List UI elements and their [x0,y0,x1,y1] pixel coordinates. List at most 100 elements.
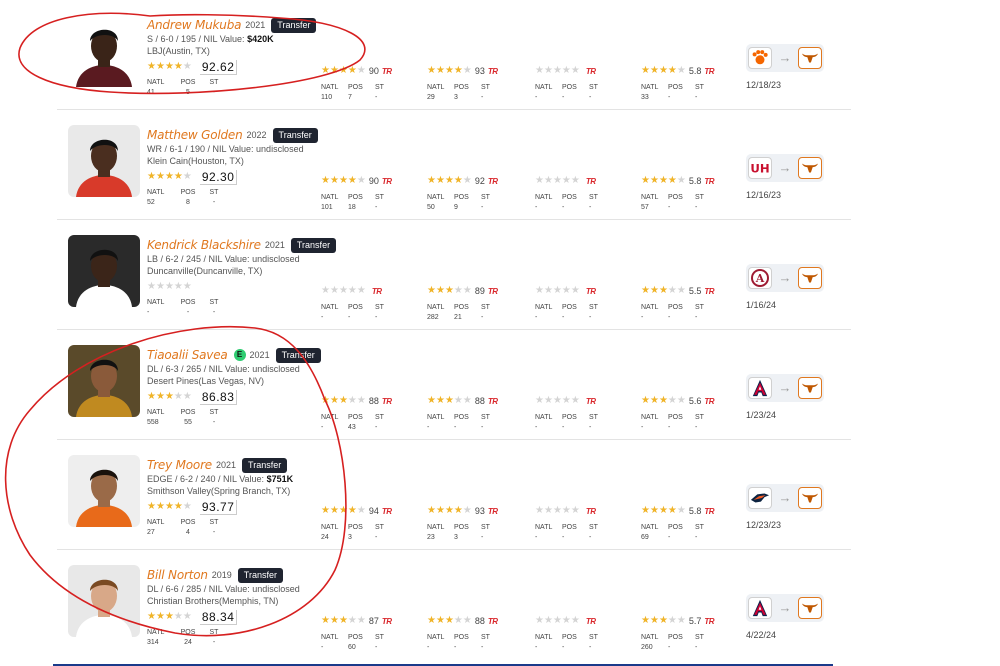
texas-longhorn-logo[interactable] [798,487,822,509]
transfer-badge: Transfer [242,457,288,473]
star-icon: ★ [435,615,445,626]
rank-pos-label: POS [454,524,469,531]
player-info: Andrew Mukuba 2021 Transfer S / 6-0 / 195 /… [147,17,327,98]
tr-logo-icon: TR [585,506,596,516]
rank-pos-label: POS [454,414,469,421]
star-icon: ★ [444,285,454,296]
star-rating: ★★★★★ [321,615,366,627]
rank-pos-value: 9 [454,204,458,211]
player-name-link[interactable]: Kendrick Blackshire [147,238,261,252]
transfer-box[interactable]: UH → [746,154,824,182]
rank-block: NATL - POS - ST - [535,413,635,433]
star-icon: ★ [570,395,580,406]
service-rating-3: ★★★★★ TR NATL - POS - ST - [535,615,635,653]
houston-uh-logo[interactable]: UH [748,157,772,179]
rank-block: NATL 41 POS 5 ST - [147,78,327,98]
service-rating-2: ★★★★★ 93 TR NATL 29 POS 3 ST - [427,65,527,103]
rank-natl-label: NATL [321,524,339,531]
star-icon: ★ [347,285,357,296]
service-rating-header: ★★★★★ TR [535,65,635,77]
transfer-box[interactable]: A → [746,264,824,292]
star-icon: ★ [676,285,686,296]
player-name-link[interactable]: Tiaoalii Savea [147,348,228,362]
rank-block: NATL - POS - ST - [535,83,635,103]
transfer-date: 12/23/23 [746,520,782,530]
player-name-line: Matthew Golden 2022 Transfer [147,127,327,143]
rank-st-label: ST [481,84,490,91]
player-row[interactable]: Tiaoalii Savea E 2021 Transfer DL / 6-3 / 26… [57,330,851,440]
service-rating-header: ★★★★★ 92 TR [427,175,527,187]
player-photo[interactable] [68,235,140,307]
player-row[interactable]: Trey Moore 2021 Transfer EDGE / 6-2 / 240 /… [57,440,851,550]
star-icon: ★ [535,175,544,186]
texas-longhorn-logo[interactable] [798,597,822,619]
nil-value: $420K [247,34,274,44]
star-icon: ★ [561,615,571,626]
arizona-a-logo[interactable] [748,597,772,619]
star-icon: ★ [462,615,472,626]
player-row[interactable]: Andrew Mukuba 2021 Transfer S / 6-0 / 195 /… [57,0,851,110]
player-vitals: S / 6-0 / 195 / NIL Value: [147,34,248,44]
transfer-box[interactable]: → [746,374,824,402]
rank-natl-label: NATL [427,194,445,201]
player-row[interactable]: Bill Norton 2019 Transfer DL / 6-6 / 285 / … [57,550,851,660]
clemson-paw-logo[interactable] [748,47,772,69]
star-icon: ★ [570,175,580,186]
rank-natl-label: NATL [641,194,659,201]
texas-longhorn-logo[interactable] [798,377,822,399]
star-icon: ★ [535,505,544,516]
player-row[interactable]: Matthew Golden 2022 Transfer WR / 6-1 / 190… [57,110,851,220]
rank-st-value: - [695,424,698,431]
player-name-link[interactable]: Trey Moore [147,458,212,472]
player-name-link[interactable]: Matthew Golden [147,128,243,142]
service-rating-4: ★★★★★ 5.8 TR NATL 33 POS - ST - [641,65,741,103]
texas-longhorn-logo[interactable] [798,157,822,179]
star-icon: ★ [552,615,562,626]
tr-logo-icon: TR [487,396,498,406]
rank-block: NATL - POS - ST - [535,193,635,213]
rank-pos-value: 5 [186,89,190,96]
rank-st-label: ST [481,634,490,641]
player-photo[interactable] [68,455,140,527]
service-rating-header: ★★★★★ 88 TR [427,615,527,627]
player-photo[interactable] [68,125,140,197]
star-icon: ★ [321,615,330,626]
rank-pos: POS - [668,83,695,103]
rank-st-value: - [375,644,378,651]
star-icon: ★ [444,615,454,626]
player-row[interactable]: Kendrick Blackshire 2021 Transfer LB / 6-2 … [57,220,851,330]
star-icon: ★ [329,285,339,296]
player-photo[interactable] [68,345,140,417]
service-score: 87 [368,616,379,626]
utsa-roadrunner-logo[interactable] [748,487,772,509]
texas-longhorn-logo[interactable] [798,267,822,289]
star-icon: ★ [164,501,174,512]
player-name-link[interactable]: Andrew Mukuba [147,18,241,32]
texas-longhorn-logo[interactable] [798,47,822,69]
rank-st-label: ST [375,194,384,201]
composite-score: 86.83 [199,389,238,405]
alabama-a-logo[interactable]: A [748,267,772,289]
rank-natl-label: NATL [641,634,659,641]
star-icon: ★ [667,615,677,626]
transfer-box[interactable]: → [746,594,824,622]
star-rating: ★★★★★ [321,505,366,517]
rank-natl-label: NATL [535,524,553,531]
service-rating-2: ★★★★★ 89 TR NATL 282 POS 21 ST - [427,285,527,323]
player-details: EDGE / 6-2 / 240 / NIL Value: $751K [147,473,327,485]
arizona-a-logo[interactable] [748,377,772,399]
service-rating-4: ★★★★★ 5.8 TR NATL 69 POS - ST - [641,505,741,543]
rank-natl-label: NATL [147,79,165,86]
rank-block: NATL - POS - ST - [641,303,741,323]
star-icon: ★ [453,65,463,76]
player-name-link[interactable]: Bill Norton [147,568,208,582]
player-photo[interactable] [68,565,140,637]
transfer-box[interactable]: → [746,44,824,72]
star-icon: ★ [444,175,454,186]
tr-logo-icon: TR [381,396,392,406]
service-score: 5.8 [688,176,702,186]
transfer-box[interactable]: → [746,484,824,512]
service-rating-header: ★★★★★ 93 TR [427,505,527,517]
star-icon: ★ [561,65,571,76]
player-photo[interactable] [68,15,140,87]
